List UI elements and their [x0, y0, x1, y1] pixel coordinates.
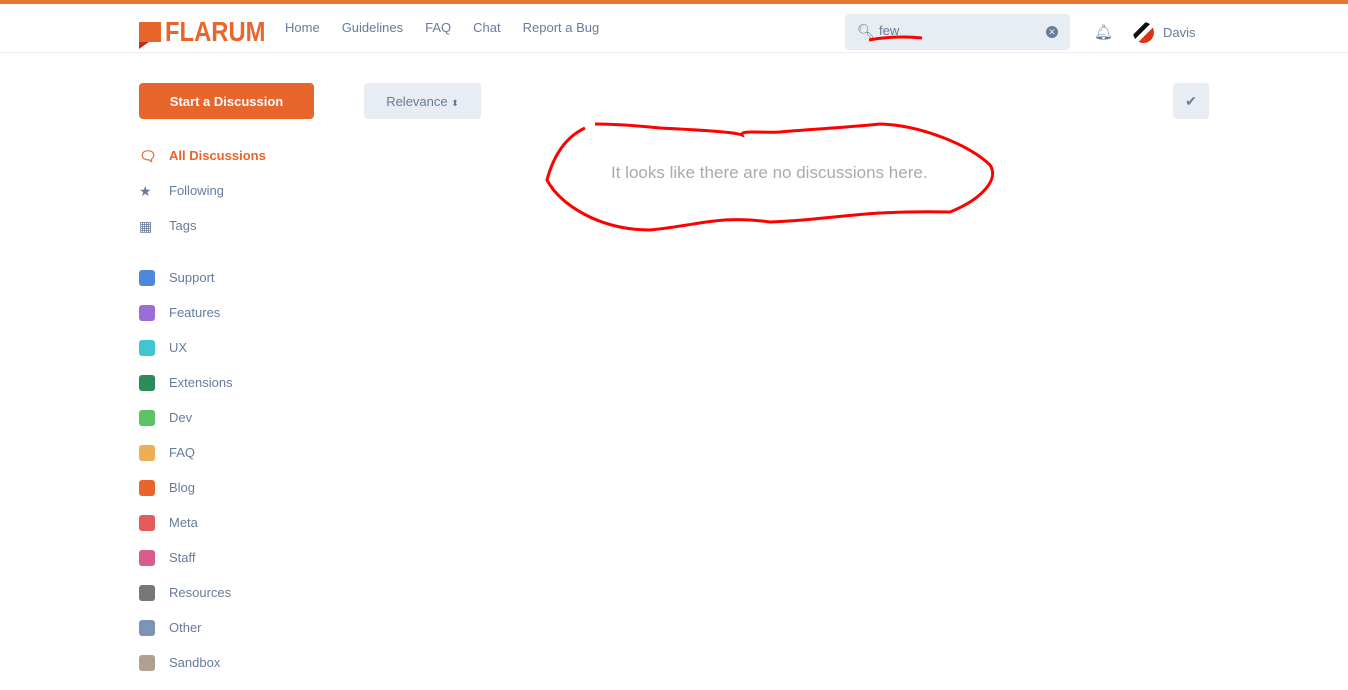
search-box: 🔍︎ ✕ — [845, 14, 1070, 50]
sidebar-item-label: Resources — [169, 585, 232, 600]
check-icon: ✔ — [1185, 92, 1197, 109]
sidebar-tag-resources[interactable]: Resources — [139, 585, 266, 620]
empty-message: It looks like there are no discussions h… — [611, 163, 928, 182]
comments-icon: 🗨︎ — [139, 148, 157, 164]
search-icon: 🔍︎ — [857, 23, 875, 39]
tag-color-swatch — [139, 410, 155, 426]
logo[interactable]: FLARUM — [139, 16, 283, 49]
tag-color-swatch — [139, 375, 155, 391]
sidebar-tag-extensions[interactable]: Extensions — [139, 375, 266, 410]
sidebar-tag-blog[interactable]: Blog — [139, 480, 266, 515]
sidebar-tag-other[interactable]: Other — [139, 620, 266, 655]
sidebar: 🗨︎ All Discussions ★ Following ▦ Tags Suppo… — [139, 148, 266, 690]
tag-color-swatch — [139, 340, 155, 356]
sidebar-item-label: Blog — [169, 480, 196, 495]
mark-all-read-button[interactable]: ✔ — [1173, 83, 1209, 119]
tag-color-swatch — [139, 445, 155, 461]
sidebar-item-label: Dev — [169, 410, 193, 425]
tag-color-swatch — [139, 515, 155, 531]
nav: Home Guidelines FAQ Chat Report a Bug — [285, 20, 599, 35]
star-icon: ★ — [139, 183, 152, 199]
sidebar-item-label: Other — [169, 620, 202, 635]
tag-color-swatch — [139, 270, 155, 286]
clear-search-icon[interactable]: ✕ — [1046, 26, 1058, 38]
sidebar-item-label: All Discussions — [169, 148, 266, 163]
sidebar-item-all-discussions[interactable]: 🗨︎ All Discussions — [139, 148, 266, 183]
sidebar-item-label: UX — [169, 340, 188, 355]
sidebar-item-label: Following — [169, 183, 224, 198]
sidebar-tag-staff[interactable]: Staff — [139, 550, 266, 585]
sort-arrows-icon: ⬍ — [451, 97, 459, 108]
username[interactable]: Davis — [1163, 25, 1196, 40]
logo-text: FLARUM — [165, 16, 266, 47]
tag-color-swatch — [139, 585, 155, 601]
sidebar-item-label: Support — [169, 270, 215, 285]
tag-color-swatch — [139, 305, 155, 321]
nav-chat[interactable]: Chat — [473, 20, 500, 35]
sidebar-item-label: Staff — [169, 550, 196, 565]
sidebar-item-label: Extensions — [169, 375, 233, 390]
bell-icon[interactable]: 🔔︎ — [1094, 23, 1113, 41]
search-input[interactable] — [879, 23, 1039, 38]
nav-guidelines[interactable]: Guidelines — [342, 20, 403, 35]
tag-color-swatch — [139, 655, 155, 671]
sidebar-tag-ux[interactable]: UX — [139, 340, 266, 375]
tag-color-swatch — [139, 480, 155, 496]
sidebar-tag-features[interactable]: Features — [139, 305, 266, 340]
sidebar-item-tags[interactable]: ▦ Tags — [139, 218, 266, 253]
grid-icon: ▦ — [139, 218, 153, 234]
sidebar-tag-faq[interactable]: FAQ — [139, 445, 266, 480]
tag-color-swatch — [139, 620, 155, 636]
avatar[interactable] — [1133, 22, 1154, 43]
sort-label: Relevance — [386, 93, 448, 109]
sidebar-item-label: Sandbox — [169, 655, 221, 670]
sidebar-item-label: Meta — [169, 515, 198, 530]
sidebar-item-label: FAQ — [169, 445, 196, 460]
sidebar-tag-meta[interactable]: Meta — [139, 515, 266, 550]
tag-color-swatch — [139, 550, 155, 566]
nav-report-bug[interactable]: Report a Bug — [523, 20, 600, 35]
sidebar-tag-dev[interactable]: Dev — [139, 410, 266, 445]
sidebar-tag-support[interactable]: Support — [139, 270, 266, 305]
nav-faq[interactable]: FAQ — [425, 20, 451, 35]
sidebar-tag-sandbox[interactable]: Sandbox — [139, 655, 266, 690]
sort-select[interactable]: Relevance ⬍ — [364, 83, 481, 119]
sidebar-item-following[interactable]: ★ Following — [139, 183, 266, 218]
nav-home[interactable]: Home — [285, 20, 320, 35]
sidebar-item-label: Features — [169, 305, 221, 320]
header: FLARUM Home Guidelines FAQ Chat Report a… — [0, 4, 1348, 53]
start-discussion-button[interactable]: Start a Discussion — [139, 83, 314, 119]
logo-icon — [139, 22, 161, 49]
sidebar-item-label: Tags — [169, 218, 197, 233]
